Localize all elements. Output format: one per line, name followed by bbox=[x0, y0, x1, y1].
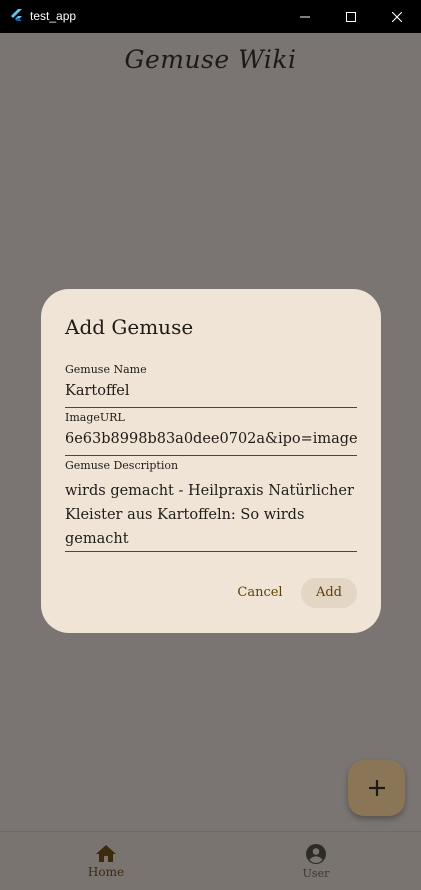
app-title: Gemuse Wiki bbox=[124, 45, 297, 74]
close-icon bbox=[392, 11, 402, 22]
maximize-icon bbox=[346, 11, 356, 22]
nav-item-home-label: Home bbox=[87, 865, 125, 879]
dialog-title: Add Gemuse bbox=[65, 315, 194, 339]
gemuse-description-field[interactable]: Gemuse Description wirds gemacht - Heilp… bbox=[65, 459, 357, 552]
nav-item-user[interactable]: User bbox=[256, 832, 376, 890]
home-icon bbox=[96, 845, 116, 862]
gemuse-description-label: Gemuse Description bbox=[65, 459, 179, 472]
gemuse-name-label: Gemuse Name bbox=[65, 363, 147, 376]
close-button[interactable] bbox=[374, 0, 420, 33]
minimize-icon bbox=[300, 16, 310, 17]
cancel-button[interactable]: Cancel bbox=[230, 578, 290, 608]
image-url-field[interactable]: ImageURL 6e63b8998b83a0dee0702a&ipo=imag… bbox=[65, 411, 357, 456]
plus-icon bbox=[368, 780, 385, 796]
add-gemuse-fab[interactable] bbox=[348, 760, 405, 816]
maximize-button[interactable] bbox=[328, 0, 374, 33]
add-button[interactable]: Add bbox=[301, 578, 357, 608]
nav-item-user-label: User bbox=[302, 867, 330, 880]
window-title: test_app bbox=[30, 9, 77, 23]
gemuse-description-input[interactable]: wirds gemacht - Heilpraxis Natürlicher K… bbox=[65, 479, 357, 551]
window-titlebar: test_app bbox=[0, 0, 421, 33]
image-url-label: ImageURL bbox=[65, 411, 125, 424]
bottom-navigation: Home User bbox=[0, 831, 421, 890]
gemuse-name-input[interactable]: Kartoffel bbox=[65, 383, 357, 399]
gemuse-name-field[interactable]: Gemuse Name Kartoffel bbox=[65, 363, 357, 408]
nav-item-home[interactable]: Home bbox=[46, 832, 166, 890]
account-circle-icon bbox=[306, 844, 326, 864]
add-gemuse-dialog: Add Gemuse Gemuse Name Kartoffel ImageUR… bbox=[41, 289, 381, 633]
image-url-input[interactable]: 6e63b8998b83a0dee0702a&ipo=images bbox=[65, 431, 357, 447]
minimize-button[interactable] bbox=[282, 0, 328, 33]
flutter-logo-icon bbox=[11, 9, 22, 21]
app-body: Gemuse Wiki Add Gemuse Gemuse Name Karto… bbox=[0, 33, 421, 890]
